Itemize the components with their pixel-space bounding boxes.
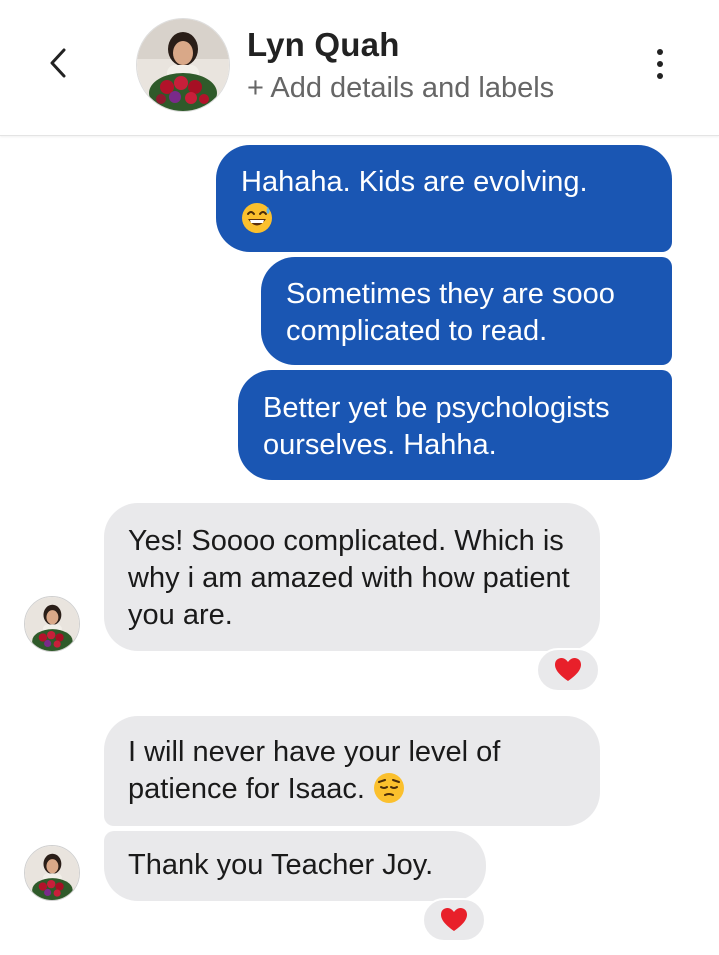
received-message-bubble[interactable]: Thank you Teacher Joy. xyxy=(104,831,486,901)
sender-photo xyxy=(25,846,79,900)
more-dot xyxy=(657,73,663,79)
heart-reaction[interactable] xyxy=(536,648,600,692)
message-text: Thank you Teacher Joy. xyxy=(128,849,434,881)
chevron-left-icon xyxy=(50,48,66,78)
more-vertical-icon xyxy=(657,49,663,55)
contact-avatar[interactable] xyxy=(136,18,230,112)
grinning-sweat-emoji-icon xyxy=(241,202,273,244)
add-details-link[interactable]: + Add details and labels xyxy=(247,72,554,105)
red-heart-icon xyxy=(441,908,467,931)
message-text: Yes! Soooo complicated. Which is why i a… xyxy=(128,525,570,631)
conversation-header: Lyn Quah + Add details and labels xyxy=(0,0,719,136)
message-text: I will never have your level of patience… xyxy=(128,736,501,805)
received-message-bubble[interactable]: Yes! Soooo complicated. Which is why i a… xyxy=(104,503,600,651)
back-button[interactable] xyxy=(36,40,82,86)
contact-name[interactable]: Lyn Quah xyxy=(247,26,400,64)
sender-avatar[interactable] xyxy=(24,845,80,901)
message-text: Sometimes they are sooo complicated to r… xyxy=(286,278,615,347)
sender-photo xyxy=(25,597,79,651)
sender-avatar[interactable] xyxy=(24,596,80,652)
sent-message-bubble[interactable]: Sometimes they are sooo complicated to r… xyxy=(261,257,672,365)
sent-message-bubble[interactable]: Better yet be psychologists ourselves. H… xyxy=(238,370,672,480)
message-text: Better yet be psychologists ourselves. H… xyxy=(263,392,610,461)
message-text-container: Hahaha. Kids are evolving. xyxy=(241,164,651,244)
contact-photo xyxy=(137,19,229,111)
pensive-face-emoji-icon xyxy=(373,772,405,814)
more-options-button[interactable] xyxy=(640,44,680,84)
message-text: Hahaha. Kids are evolving. xyxy=(241,166,588,198)
red-heart-icon xyxy=(555,658,581,681)
received-message-bubble[interactable]: I will never have your level of patience… xyxy=(104,716,600,826)
more-dot xyxy=(657,61,663,67)
conversation-screen: Lyn Quah + Add details and labels Hahaha… xyxy=(0,0,719,955)
message-text-container: I will never have your level of patience… xyxy=(128,734,588,814)
heart-reaction[interactable] xyxy=(422,898,486,942)
sent-message-bubble[interactable]: Hahaha. Kids are evolving. xyxy=(216,145,672,252)
